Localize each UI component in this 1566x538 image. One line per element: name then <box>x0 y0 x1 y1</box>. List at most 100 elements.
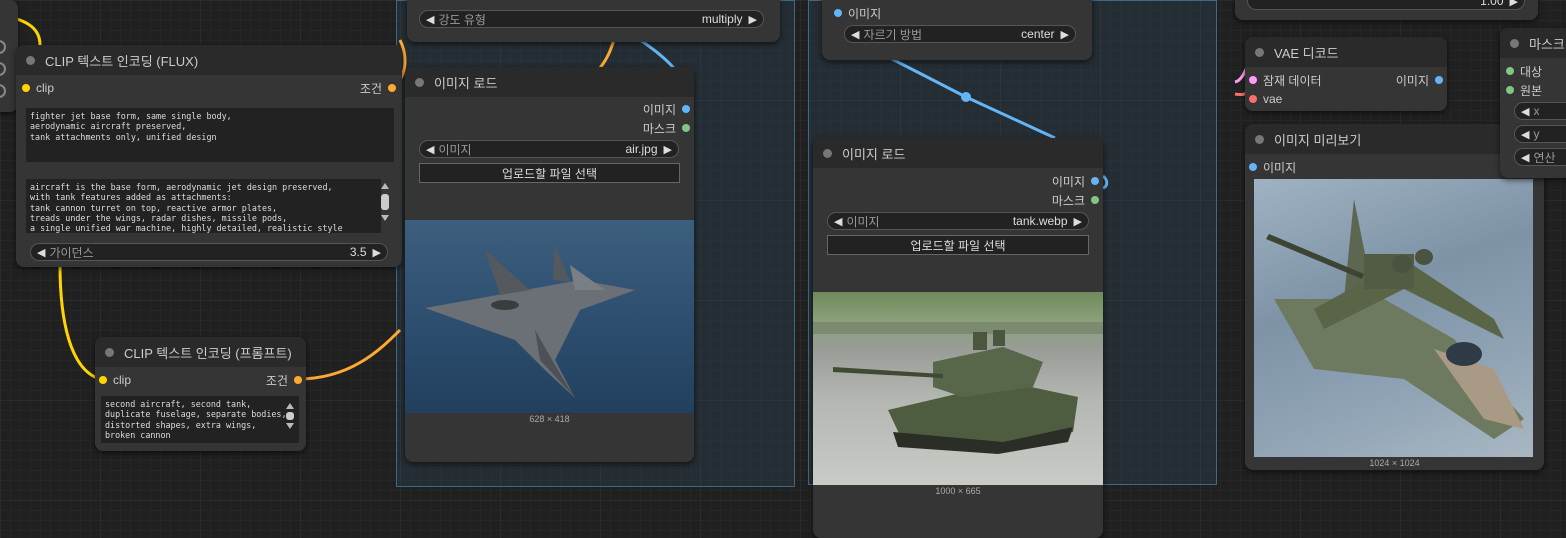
input-image[interactable]: 이미지 <box>834 4 881 22</box>
input-clip[interactable]: clip <box>22 79 54 97</box>
upload-file-button[interactable]: 업로드할 파일 선택 <box>419 163 680 183</box>
strength-type-widget[interactable]: ◀ 강도 유형 multiply ▶ <box>419 10 764 28</box>
output-mask[interactable]: 마스크 <box>1052 191 1099 209</box>
scroll-down-icon[interactable] <box>381 215 389 221</box>
node-header[interactable]: 이미지 로드 <box>813 138 1103 168</box>
node-title: 이미지 미리보기 <box>1274 132 1362 148</box>
scroll-up-icon[interactable] <box>286 403 294 409</box>
vae-pin-icon[interactable] <box>1249 95 1257 103</box>
output-image[interactable]: 이미지 <box>1052 172 1099 190</box>
latent-pin-icon[interactable] <box>1249 76 1257 84</box>
output-mask[interactable]: 마스크 <box>643 119 690 137</box>
decrement-arrow-icon[interactable]: ◀ <box>1521 105 1529 118</box>
scroll-thumb[interactable] <box>381 194 389 210</box>
decrement-arrow-icon[interactable]: ◀ <box>1521 151 1529 164</box>
decrement-arrow-icon[interactable]: ◀ <box>426 13 434 26</box>
image-pin-icon[interactable] <box>1249 163 1257 171</box>
node-top-right-partial[interactable]: 1.00 ▶ <box>1235 0 1538 20</box>
node-image-preview[interactable]: 이미지 미리보기 이미지 1024 × 1024 <box>1245 124 1544 470</box>
textarea-scrollbar[interactable] <box>379 183 391 221</box>
input-target[interactable]: 대상 <box>1506 62 1542 80</box>
node-title: CLIP 텍스트 인코딩 (프롬프트) <box>124 345 292 361</box>
decrement-arrow-icon[interactable]: ◀ <box>851 28 859 41</box>
image-select-widget[interactable]: ◀ 이미지 air.jpg ▶ <box>419 140 679 158</box>
output-image[interactable]: 이미지 <box>643 100 690 118</box>
pin-ring-3[interactable] <box>0 84 6 98</box>
node-load-image-tank[interactable]: 이미지 로드 이미지 마스크 ◀ 이미지 tank.webp ▶ 업로드할 파일 선택… <box>813 138 1103 538</box>
top-right-widget[interactable]: 1.00 ▶ <box>1247 0 1525 10</box>
node-load-image-air[interactable]: 이미지 로드 이미지 마스크 ◀ 이미지 air.jpg ▶ 업로드할 파일 선택 6… <box>405 67 694 462</box>
input-source[interactable]: 원본 <box>1506 81 1542 99</box>
x-widget[interactable]: ◀ x <box>1514 102 1566 120</box>
operation-widget[interactable]: ◀ 연산 <box>1514 148 1566 166</box>
crop-method-widget[interactable]: ◀ 자르기 방법 center ▶ <box>844 25 1076 43</box>
image-dimensions: 1024 × 1024 <box>1369 458 1420 468</box>
node-status-dot <box>1510 38 1519 48</box>
node-status-dot <box>415 77 424 87</box>
node-title: 이미지 로드 <box>434 75 498 91</box>
textarea-scrollbar[interactable] <box>284 403 296 429</box>
decrement-arrow-icon[interactable]: ◀ <box>1521 128 1529 141</box>
pin-ring-2[interactable] <box>0 62 6 76</box>
tank-image-preview <box>813 292 1103 485</box>
node-mask-partial[interactable]: 마스크 대상 원본 ◀ x ◀ y ◀ 연산 <box>1500 28 1566 178</box>
y-widget[interactable]: ◀ y <box>1514 125 1566 143</box>
node-vae-decode[interactable]: VAE 디코드 잠재 데이터 vae 이미지 <box>1245 37 1447 111</box>
node-top-partial[interactable]: ◀ 강도 유형 multiply ▶ <box>407 0 780 42</box>
widget-label: 가이던스 <box>49 245 94 260</box>
output-conditioning[interactable]: 조건 <box>266 371 302 389</box>
increment-arrow-icon[interactable]: ▶ <box>1074 215 1082 228</box>
mask-pin-icon[interactable] <box>1091 196 1099 204</box>
node-header[interactable]: CLIP 텍스트 인코딩 (FLUX) <box>16 45 402 75</box>
conditioning-pin-icon[interactable] <box>388 84 396 92</box>
input-image[interactable]: 이미지 <box>1249 158 1296 176</box>
image-pin-icon[interactable] <box>834 9 842 17</box>
conditioning-pin-icon[interactable] <box>294 376 302 384</box>
input-label: 대상 <box>1520 64 1543 79</box>
image-pin-icon[interactable] <box>1091 177 1099 185</box>
node-header[interactable]: CLIP 텍스트 인코딩 (프롬프트) <box>95 337 306 367</box>
increment-arrow-icon[interactable]: ▶ <box>1510 0 1518 8</box>
clip-pin-icon[interactable] <box>22 84 30 92</box>
clip-l-textarea[interactable]: fighter jet base form, same single body,… <box>26 108 394 162</box>
prompt-textarea[interactable]: second aircraft, second tank, duplicate … <box>101 396 299 443</box>
decrement-arrow-icon[interactable]: ◀ <box>834 215 842 228</box>
node-header[interactable]: 이미지 로드 <box>405 67 694 97</box>
node-clip-text-encode-prompt[interactable]: CLIP 텍스트 인코딩 (프롬프트) clip 조건 second aircr… <box>95 337 306 451</box>
upload-file-button[interactable]: 업로드할 파일 선택 <box>827 235 1089 255</box>
image-pin-icon[interactable] <box>682 105 690 113</box>
t5xxl-textarea[interactable]: aircraft is the base form, aerodynamic j… <box>26 179 381 233</box>
output-conditioning[interactable]: 조건 <box>360 79 396 97</box>
output-image[interactable]: 이미지 <box>1396 71 1443 89</box>
decrement-arrow-icon[interactable]: ◀ <box>426 143 434 156</box>
node-header[interactable]: 마스크 <box>1500 28 1566 58</box>
node-status-dot <box>105 347 114 357</box>
increment-arrow-icon[interactable]: ▶ <box>1061 28 1069 41</box>
node-clip-text-encode-flux[interactable]: CLIP 텍스트 인코딩 (FLUX) clip 조건 fighter jet … <box>16 45 402 267</box>
input-label: 이미지 <box>1263 160 1297 175</box>
input-vae[interactable]: vae <box>1249 90 1282 108</box>
node-crop-partial[interactable]: 이미지 ◀ 자르기 방법 center ▶ <box>822 0 1092 60</box>
scroll-down-icon[interactable] <box>286 423 294 429</box>
node-header[interactable]: VAE 디코드 <box>1245 37 1447 67</box>
widget-value: 1.00 <box>1480 0 1504 8</box>
pin-ring-1[interactable] <box>0 40 6 54</box>
input-latent[interactable]: 잠재 데이터 <box>1249 71 1322 89</box>
increment-arrow-icon[interactable]: ▶ <box>664 143 672 156</box>
widget-label: 이미지 <box>438 142 472 157</box>
image-select-widget[interactable]: ◀ 이미지 tank.webp ▶ <box>827 212 1089 230</box>
conditioning-wire-prompt <box>297 328 402 381</box>
clip-pin-icon[interactable] <box>99 376 107 384</box>
input-clip[interactable]: clip <box>99 371 131 389</box>
guidance-widget[interactable]: ◀ 가이던스 3.5 ▶ <box>30 243 388 261</box>
decrement-arrow-icon[interactable]: ◀ <box>37 246 45 259</box>
scroll-up-icon[interactable] <box>381 183 389 189</box>
increment-arrow-icon[interactable]: ▶ <box>373 246 381 259</box>
mask-pin-icon[interactable] <box>682 124 690 132</box>
scroll-thumb[interactable] <box>286 412 294 420</box>
mask-pin-icon[interactable] <box>1506 86 1514 94</box>
increment-arrow-icon[interactable]: ▶ <box>749 13 757 26</box>
mask-pin-icon[interactable] <box>1506 67 1514 75</box>
input-label: clip <box>36 81 55 95</box>
image-pin-icon[interactable] <box>1435 76 1443 84</box>
